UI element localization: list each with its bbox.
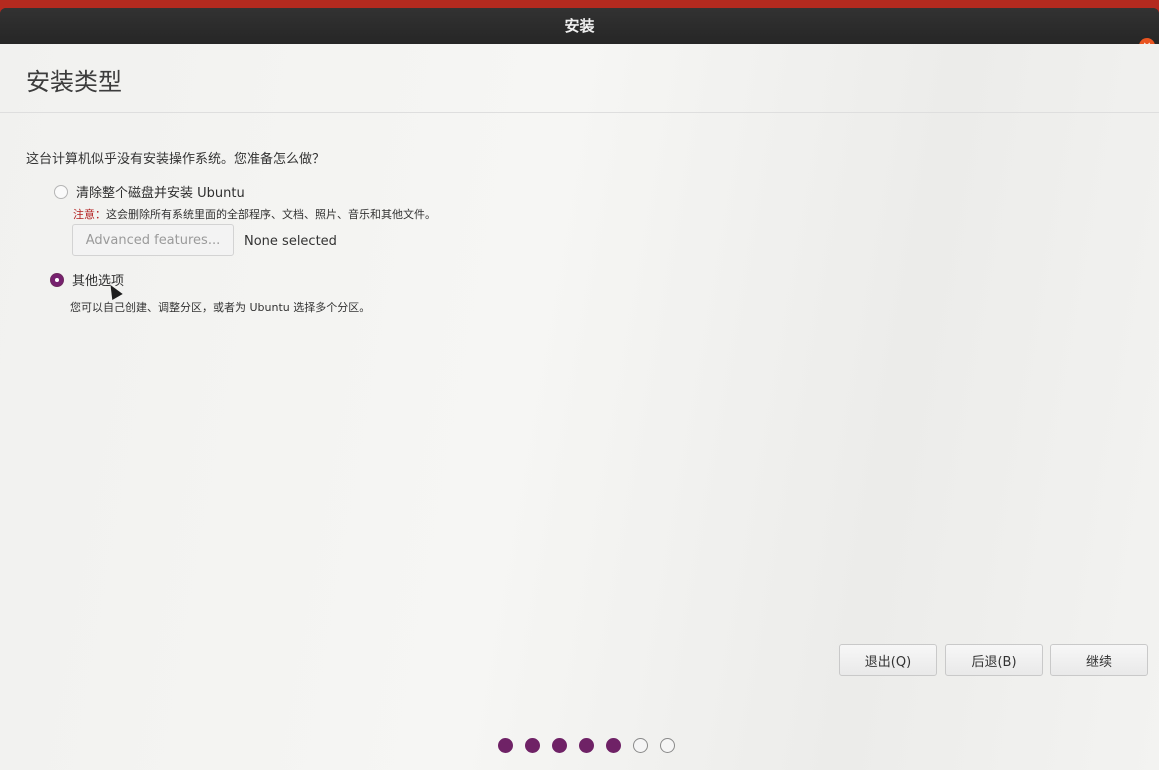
progress-dots [498, 738, 675, 753]
page-title: 安装类型 [26, 68, 122, 96]
option-erase-disk-label: 清除整个磁盘并安装 Ubuntu [76, 186, 245, 201]
radio-erase-disk[interactable] [54, 184, 68, 199]
install-question: 这台计算机似乎没有安装操作系统。您准备怎么做？ [26, 152, 326, 167]
advanced-features-button[interactable]: Advanced features... [72, 224, 234, 256]
warning-prefix: 注意： [73, 208, 106, 221]
radio-something-else[interactable] [50, 272, 64, 287]
progress-dot [498, 738, 513, 753]
main-content: 安装类型 这台计算机似乎没有安装操作系统。您准备怎么做？ 清除整个磁盘并安装 U… [0, 44, 1159, 770]
progress-dot [579, 738, 594, 753]
erase-warning-note: 注意：这会删除所有系统里面的全部程序、文档、照片、音乐和其他文件。 [73, 206, 436, 222]
progress-dot [660, 738, 675, 753]
continue-button[interactable]: 继续 [1050, 644, 1148, 676]
installer-window: 安装 × 安装类型 这台计算机似乎没有安装操作系统。您准备怎么做？ 清除整个磁盘… [0, 8, 1159, 770]
window-title: 安装 [564, 17, 595, 35]
header-divider [0, 112, 1159, 113]
progress-dot [633, 738, 648, 753]
progress-dot [552, 738, 567, 753]
quit-button[interactable]: 退出(Q) [839, 644, 937, 676]
advanced-status: None selected [244, 234, 337, 249]
progress-dot [606, 738, 621, 753]
back-button[interactable]: 后退(B) [945, 644, 1043, 676]
option-erase-disk[interactable]: 清除整个磁盘并安装 Ubuntu [54, 182, 245, 201]
window-titlebar[interactable]: 安装 [0, 8, 1159, 44]
something-else-description: 您可以自己创建、调整分区，或者为 Ubuntu 选择多个分区。 [70, 301, 371, 314]
warning-text: 这会删除所有系统里面的全部程序、文档、照片、音乐和其他文件。 [106, 208, 436, 221]
progress-dot [525, 738, 540, 753]
